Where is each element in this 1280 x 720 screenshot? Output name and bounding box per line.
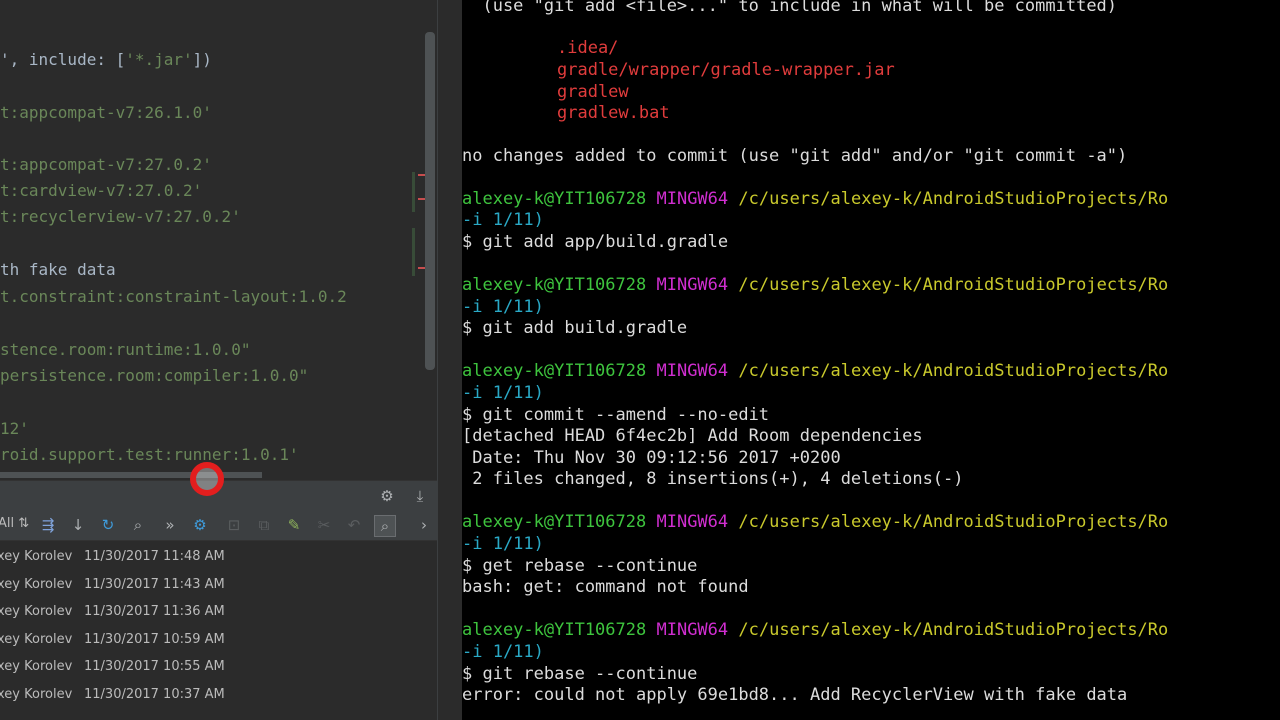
untracked-file: .idea/ [557,38,619,58]
code-line: t.constraint:constraint-layout:1.0.2 [0,287,347,306]
gutter-change-marker [412,228,415,276]
branch-filter-dropdown[interactable]: All ⇅ [0,516,29,531]
table-row[interactable]: xey Korolev 11/30/2017 11:48 AM [0,543,437,570]
edit-icon[interactable]: ✎ [284,515,304,535]
code-line: stence.room:runtime:1.0.0" [0,340,251,359]
editor-vertical-scrollbar[interactable] [425,32,435,370]
terminal-output: [detached HEAD 6f4ec2b] Add Room depende… [462,426,923,446]
rebase-status: -i 1/11) [462,642,544,662]
expand-icon[interactable]: ⇶ [38,515,58,535]
rebase-status: -i 1/11) [462,210,544,230]
code-line: t:cardview-v7:27.0.2' [0,181,203,200]
code-line: ', include: ['*.jar']) [0,50,212,69]
rebase-status: -i 1/11) [462,534,544,554]
table-row[interactable]: xey Korolev 11/30/2017 10:37 AM [0,681,437,708]
more-icon[interactable]: » [160,515,180,535]
table-row[interactable]: xey Korolev 11/30/2017 10:59 AM [0,626,437,653]
find-icon[interactable]: ⌕ [374,515,396,537]
terminal-command: $ git commit --amend --no-edit [462,405,770,425]
code-line: roid.support.test:runner:1.0.1' [0,445,299,464]
terminal-output: error: could not apply 69e1bd8... Add Re… [462,685,1128,705]
code-line: t:recyclerview-v7:27.0.2' [0,207,241,226]
cherry-pick-icon[interactable]: ⊡ [224,515,244,535]
vcs-log-toolbar: All ⇅ ⇶ ↓ ↻ ⌕ » ⚙ ⊡ ⧉ ✎ ✂ ↶ ⌕ › [0,510,437,541]
rebase-status: -i 1/11) [462,297,544,317]
terminal-command: $ get rebase --continue [462,556,698,576]
untracked-file: gradlew.bat [557,103,670,123]
terminal-command: $ git add build.gradle [462,318,688,338]
copy-icon[interactable]: ⧉ [254,515,274,535]
terminal-prompt: alexey-k@YIT106728 MINGW64 /c/users/alex… [462,512,1169,532]
down-arrow-icon[interactable]: ↓ [68,515,88,535]
table-row[interactable]: xey Korolev 11/30/2017 10:55 AM [0,653,437,680]
rebase-status: -i 1/11) [462,383,544,403]
terminal-line: no changes added to commit (use "git add… [462,146,1128,166]
settings-icon[interactable]: ⚙ [190,515,210,535]
settings-icon[interactable]: ⚙ [377,486,397,506]
pane-divider[interactable] [437,0,463,720]
hide-panel-icon[interactable]: ⤓ [410,486,430,506]
code-line: th fake data [0,260,116,279]
mouse-cursor-indicator [190,462,224,496]
terminal-prompt: alexey-k@YIT106728 MINGW64 /c/users/alex… [462,361,1169,381]
refresh-icon[interactable]: ↻ [98,515,118,535]
search-icon[interactable]: ⌕ [128,515,148,535]
terminal-output: 2 files changed, 8 insertions(+), 4 dele… [462,469,964,489]
code-line: 12' [0,419,29,438]
table-row[interactable]: xey Korolev 11/30/2017 11:36 AM [0,598,437,625]
untracked-file: gradlew [557,82,629,102]
terminal-line: (use "git add <file>..." to include in w… [462,0,1118,16]
undo-icon[interactable]: ↶ [344,515,364,535]
code-line: t:appcompat-v7:26.1.0' [0,103,212,122]
terminal-output: bash: get: command not found [462,577,749,597]
table-row[interactable]: xey Korolev 11/30/2017 11:43 AM [0,571,437,598]
terminal-prompt: alexey-k@YIT106728 MINGW64 /c/users/alex… [462,620,1169,640]
code-editor[interactable]: ', include: ['*.jar']) t:appcompat-v7:26… [0,0,437,480]
tools-icon[interactable]: ✂ [314,515,334,535]
gutter-change-marker [412,172,415,212]
terminal-command: $ git add app/build.gradle [462,232,729,252]
terminal-output: Date: Thu Nov 30 09:12:56 2017 +0200 [462,448,841,468]
vcs-commit-log: xey Korolev 11/30/2017 11:48 AM xey Korol… [0,541,437,720]
terminal-command: $ git rebase --continue [462,664,698,684]
untracked-file: gradle/wrapper/gradle-wrapper.jar [557,60,895,80]
git-bash-terminal[interactable]: (use "git add <file>..." to include in w… [462,0,1280,720]
expand-right-icon[interactable]: › [414,515,434,535]
terminal-prompt: alexey-k@YIT106728 MINGW64 /c/users/alex… [462,189,1169,209]
code-line: t:appcompat-v7:27.0.2' [0,155,212,174]
code-line: persistence.room:compiler:1.0.0" [0,366,309,385]
ide-panel: ', include: ['*.jar']) t:appcompat-v7:26… [0,0,462,720]
terminal-prompt: alexey-k@YIT106728 MINGW64 /c/users/alex… [462,275,1169,295]
